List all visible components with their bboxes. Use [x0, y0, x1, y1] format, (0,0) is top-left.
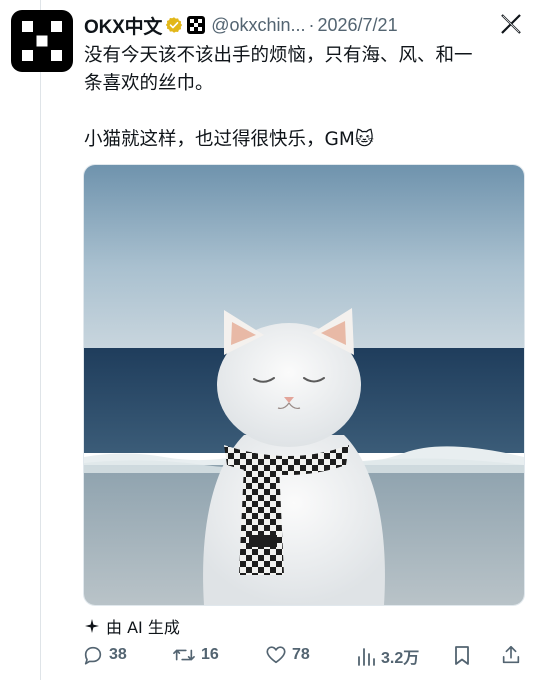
ai-generated-label: 由 AI 生成 — [84, 614, 180, 638]
thread-line — [40, 0, 41, 680]
author-name[interactable]: OKX中文 — [84, 12, 162, 39]
heart-icon — [266, 646, 286, 664]
retweet-count: 16 — [201, 646, 219, 663]
views-button[interactable]: 3.2万 — [356, 644, 419, 668]
tweet-date[interactable]: 2026/7/21 — [318, 15, 398, 36]
reply-icon — [84, 646, 102, 665]
okx-logo-icon — [22, 21, 62, 61]
reply-count: 38 — [109, 646, 127, 663]
share-icon — [502, 645, 520, 664]
share-button[interactable] — [500, 644, 527, 666]
verified-badge-icon[interactable] — [165, 16, 183, 34]
tweet-text-line: 没有今天该不该出手的烦恼，只有海、风、和一 — [84, 45, 473, 66]
okx-affiliate-badge-icon[interactable] — [187, 16, 206, 34]
tweet-header: OKX中文 @okxchin... · 2026/7/21 — [84, 10, 524, 40]
tweet-text-line: 条喜欢的丝巾。 — [84, 73, 214, 94]
tweet-actions: 38 16 78 3.2万 — [80, 642, 530, 670]
tweet-text: 没有今天该不该出手的烦恼，只有海、风、和一 条喜欢的丝巾。 小猫就这样，也过得很… — [84, 42, 524, 154]
cat-scarf-photo — [84, 165, 524, 605]
retweet-icon — [173, 649, 195, 661]
x-logo-icon — [501, 14, 521, 34]
bookmark-button[interactable] — [452, 644, 477, 666]
like-button[interactable]: 78 — [265, 644, 310, 666]
like-count: 78 — [292, 646, 310, 663]
views-icon — [358, 648, 375, 666]
tweet-media-image[interactable] — [83, 164, 525, 606]
separator-dot: · — [308, 14, 315, 35]
views-count: 3.2万 — [381, 650, 420, 667]
ai-label-text: 由 AI 生成 — [106, 618, 180, 637]
sparkle-icon — [85, 619, 99, 633]
tweet-text-line: 小猫就这样，也过得很快乐，GM🐱 — [84, 129, 375, 150]
avatar[interactable] — [11, 10, 73, 72]
retweet-button[interactable]: 16 — [172, 644, 219, 666]
bookmark-icon — [455, 646, 469, 665]
author-handle[interactable]: @okxchin... — [211, 15, 305, 36]
reply-button[interactable]: 38 — [82, 644, 127, 666]
